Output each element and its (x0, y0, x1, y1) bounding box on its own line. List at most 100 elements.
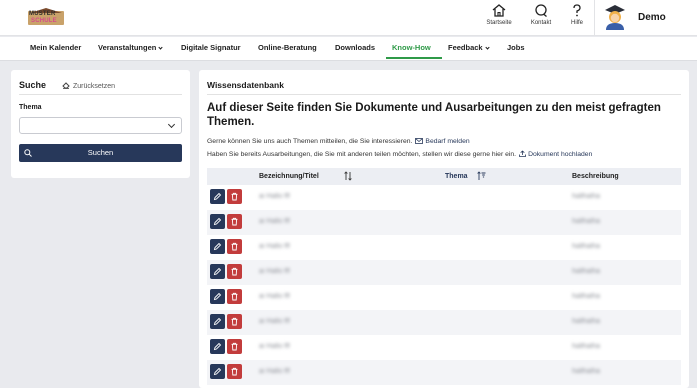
dokument-hochladen-link[interactable]: Dokument hochladen (528, 151, 592, 158)
hilfe-label: Hilfe (570, 20, 583, 26)
info-line-topics: Gerne können Sie uns auch Themen mitteil… (207, 138, 470, 145)
row-beschreibung-cell: hallhalha (572, 193, 601, 200)
row-title-cell[interactable]: ai Hallo fff (259, 368, 290, 375)
delete-button[interactable] (227, 239, 242, 254)
table-header: Bezeichnung/Titel Thema Beschreibung (207, 168, 681, 185)
trash-icon (231, 292, 238, 301)
delete-button[interactable] (227, 364, 242, 379)
active-nav-indicator (386, 57, 442, 59)
nav-downloads[interactable]: Downloads (335, 37, 375, 61)
table-row: ai Hallo fff hallhalha (207, 235, 681, 260)
pencil-icon (213, 292, 222, 301)
kontakt-button[interactable]: Kontakt (523, 4, 559, 26)
table-row: ai Hallo fff hallhalha (207, 210, 681, 235)
info-text-upload: Haben Sie bereits Ausarbeitungen, die Si… (207, 151, 517, 158)
edit-button[interactable] (210, 239, 225, 254)
row-beschreibung-cell: hallhalha (572, 243, 601, 250)
delete-button[interactable] (227, 214, 242, 229)
delete-button[interactable] (227, 264, 242, 279)
sort-filter-icon[interactable] (477, 171, 486, 181)
thema-label: Thema (19, 104, 42, 111)
column-header-beschreibung[interactable]: Beschreibung (572, 168, 619, 185)
page-heading: Auf dieser Seite finden Sie Dokumente un… (207, 102, 661, 128)
table-row: ai Hallo fff hallhalha (207, 260, 681, 285)
search-panel: Suche Zurücksetzen Thema Suchen (11, 70, 190, 178)
chevron-down-icon (484, 45, 490, 50)
info-text-topics: Gerne können Sie uns auch Themen mitteil… (207, 138, 413, 145)
column-header-thema[interactable]: Thema (445, 168, 468, 185)
user-name[interactable]: Demo (638, 12, 666, 23)
chevron-down-icon (158, 45, 163, 50)
home-icon (492, 4, 506, 17)
startseite-button[interactable]: Startseite (481, 4, 517, 26)
header-divider (594, 0, 595, 36)
row-beschreibung-cell: hallhalha (572, 343, 601, 350)
school-logo[interactable]: MUSTER SCHULE (28, 8, 64, 25)
panel-title: Wissensdatenbank (207, 80, 284, 90)
bedarf-melden-link[interactable]: Bedarf melden (425, 138, 469, 145)
search-divider (19, 94, 182, 95)
panel-divider (207, 94, 681, 95)
reset-label: Zurücksetzen (73, 83, 116, 90)
pencil-icon (213, 217, 222, 226)
row-title-cell[interactable]: ai Hallo fff (259, 268, 290, 275)
edit-button[interactable] (210, 214, 225, 229)
nav-online-beratung[interactable]: Online-Beratung (258, 37, 317, 61)
help-icon (573, 4, 581, 17)
delete-button[interactable] (227, 189, 242, 204)
row-title-cell[interactable]: ai Hallo fff (259, 243, 290, 250)
pencil-icon (213, 242, 222, 251)
table-row: ai Hallo fff hallhalha (207, 310, 681, 335)
row-title-cell[interactable]: ai Hallo fff (259, 193, 290, 200)
sort-icon[interactable] (344, 171, 352, 181)
trash-icon (231, 217, 238, 226)
search-icon (24, 149, 32, 157)
row-beschreibung-cell: hallhalha (572, 268, 601, 275)
trash-icon (231, 267, 238, 276)
row-beschreibung-cell: hallhalha (572, 293, 601, 300)
delete-button[interactable] (227, 289, 242, 304)
startseite-label: Startseite (486, 20, 512, 26)
chevron-down-icon (167, 120, 176, 129)
pencil-icon (213, 367, 222, 376)
thema-select[interactable] (19, 117, 182, 134)
nav-mein-kalender[interactable]: Mein Kalender (30, 37, 81, 61)
search-button[interactable]: Suchen (19, 144, 182, 162)
reset-button[interactable]: Zurücksetzen (62, 81, 115, 90)
nav-veranstaltungen[interactable]: Veranstaltungen (98, 37, 163, 61)
delete-button[interactable] (227, 314, 242, 329)
mail-icon (415, 138, 424, 144)
row-title-cell[interactable]: ai Hallo fff (259, 318, 290, 325)
trash-icon (231, 342, 238, 351)
user-avatar-icon[interactable] (604, 4, 626, 30)
kontakt-label: Kontakt (530, 20, 552, 26)
eraser-icon (62, 82, 70, 89)
table-row: ai Hallo fff hallhalha (207, 185, 681, 210)
row-title-cell[interactable]: ai Hallo fff (259, 218, 290, 225)
edit-button[interactable] (210, 264, 225, 279)
pencil-icon (213, 342, 222, 351)
trash-icon (231, 367, 238, 376)
table-row: ai Hallo fff hallhalha (207, 335, 681, 360)
row-beschreibung-cell: hallhalha (572, 318, 601, 325)
row-beschreibung-cell: hallhalha (572, 218, 601, 225)
row-title-cell[interactable]: ai Hallo fff (259, 343, 290, 350)
edit-button[interactable] (210, 339, 225, 354)
column-header-title[interactable]: Bezeichnung/Titel (259, 168, 319, 185)
edit-button[interactable] (210, 364, 225, 379)
hilfe-button[interactable]: Hilfe (559, 4, 595, 26)
delete-button[interactable] (227, 339, 242, 354)
nav-feedback[interactable]: Feedback (448, 37, 490, 61)
trash-icon (231, 317, 238, 326)
main-navigation: Mein Kalender Veranstaltungen Digitale S… (0, 37, 697, 61)
search-button-label: Suchen (87, 148, 114, 157)
edit-button[interactable] (210, 289, 225, 304)
contact-icon (535, 4, 547, 17)
trash-icon (231, 192, 238, 201)
edit-button[interactable] (210, 314, 225, 329)
nav-jobs[interactable]: Jobs (507, 37, 525, 61)
nav-digitale-signatur[interactable]: Digitale Signatur (181, 37, 241, 61)
edit-button[interactable] (210, 189, 225, 204)
row-title-cell[interactable]: ai Hallo fff (259, 293, 290, 300)
logo-text-2: SCHULE (31, 18, 57, 24)
